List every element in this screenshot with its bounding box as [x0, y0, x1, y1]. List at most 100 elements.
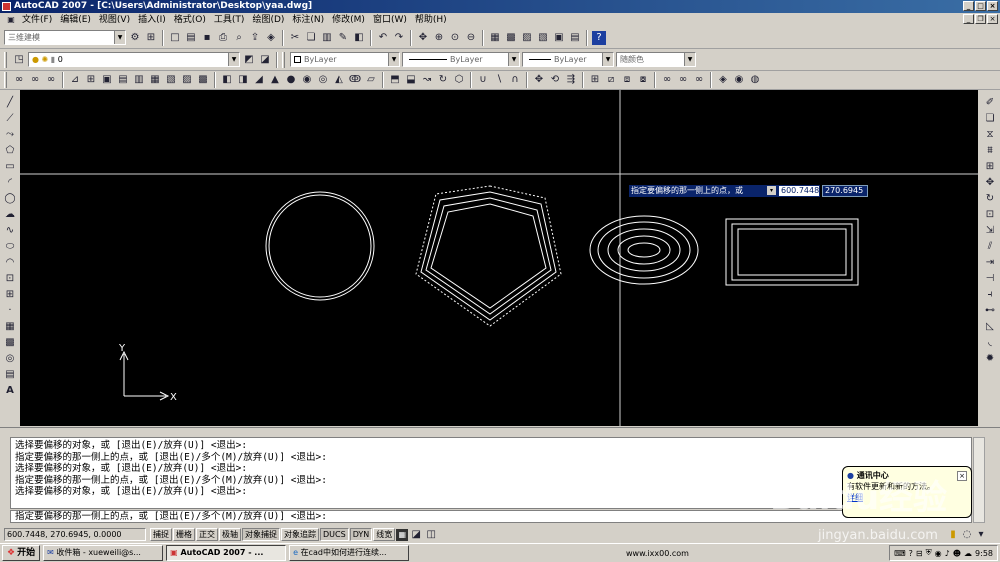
- menu-file[interactable]: 文件(F): [18, 13, 56, 27]
- cylinder-icon[interactable]: ◉: [300, 73, 314, 87]
- revolve-icon[interactable]: ↻: [436, 73, 450, 87]
- torus-icon[interactable]: ◎: [316, 73, 330, 87]
- mirror-icon[interactable]: ⧖: [982, 127, 998, 142]
- break-at-point-icon[interactable]: ⊣: [982, 271, 998, 286]
- osnap-toggle[interactable]: 对象捕捉: [242, 528, 280, 541]
- multiline-text-icon[interactable]: A: [2, 383, 18, 398]
- spline-icon[interactable]: ∿: [2, 223, 18, 238]
- autocad-app-icon[interactable]: [2, 2, 11, 11]
- minimize-button[interactable]: _: [963, 1, 974, 11]
- free-orbit-icon[interactable]: ∞: [28, 73, 42, 87]
- match-properties-icon[interactable]: ✎: [336, 31, 350, 45]
- erase-icon[interactable]: ✐: [982, 95, 998, 110]
- region-icon[interactable]: ◎: [2, 351, 18, 366]
- ducs-toggle[interactable]: DUCS: [320, 528, 349, 541]
- gradient-icon[interactable]: ▩: [2, 335, 18, 350]
- presspull-icon[interactable]: ⬓: [404, 73, 418, 87]
- copy-icon[interactable]: ❏: [304, 31, 318, 45]
- block-editor-icon[interactable]: ◧: [352, 31, 366, 45]
- print-preview-icon[interactable]: ⌕: [232, 31, 246, 45]
- offset-ellipses[interactable]: [589, 215, 699, 285]
- markup-icon[interactable]: ▣: [552, 31, 566, 45]
- doc-close-button[interactable]: ×: [987, 14, 998, 24]
- tray-help-icon[interactable]: ?: [909, 549, 913, 558]
- help-icon[interactable]: ?: [592, 30, 606, 45]
- new-file-icon[interactable]: □: [168, 31, 182, 45]
- model-space-icon[interactable]: ▦: [396, 528, 409, 541]
- ucs-icon[interactable]: ⊿: [68, 73, 82, 87]
- visual-style-icon[interactable]: ◈: [716, 73, 730, 87]
- publish-icon[interactable]: ⇪: [248, 31, 262, 45]
- offset-pentagons[interactable]: [415, 185, 562, 327]
- doc-restore-button[interactable]: ❐: [975, 14, 986, 24]
- slice-icon[interactable]: ⧄: [604, 73, 618, 87]
- calculator-icon[interactable]: ▤: [568, 31, 582, 45]
- options-arrow-icon[interactable]: ▾: [767, 186, 776, 195]
- loft-icon[interactable]: ⬡: [452, 73, 466, 87]
- workspace-settings-icon[interactable]: ⚙: [128, 31, 142, 45]
- fillet-icon[interactable]: ◟: [982, 335, 998, 350]
- design-center-icon[interactable]: ▩: [504, 31, 518, 45]
- drawing-canvas[interactable]: Y X: [20, 90, 978, 426]
- helix-icon[interactable]: ↂ: [348, 73, 362, 87]
- ucs-view-icon[interactable]: ▥: [132, 73, 146, 87]
- ucs-3point-icon[interactable]: ▨: [180, 73, 194, 87]
- sheet-set-icon[interactable]: ▧: [536, 31, 550, 45]
- taskbar-item-outlook[interactable]: ✉ 收件箱 - xueweili@s...: [43, 545, 164, 561]
- layout-icon[interactable]: ◪: [409, 528, 423, 542]
- join-icon[interactable]: ⊷: [982, 303, 998, 318]
- point-icon[interactable]: ·: [2, 303, 18, 318]
- stretch-icon[interactable]: ⇲: [982, 223, 998, 238]
- union-icon[interactable]: ∪: [476, 73, 490, 87]
- dyn-toggle[interactable]: DYN: [349, 528, 373, 541]
- workspace-save-icon[interactable]: ⊞: [144, 31, 158, 45]
- explode-icon[interactable]: ✹: [982, 351, 998, 366]
- 3d-dwf-icon[interactable]: ◈: [264, 31, 278, 45]
- insert-block-icon[interactable]: ⊡: [2, 271, 18, 286]
- document-icon[interactable]: ▣: [4, 13, 18, 27]
- thicken-icon[interactable]: ⧈: [620, 73, 634, 87]
- box-icon[interactable]: ◨: [236, 73, 250, 87]
- copy-object-icon[interactable]: ❏: [982, 111, 998, 126]
- tray-clock[interactable]: 9:58: [975, 549, 993, 558]
- pan-icon[interactable]: ✥: [416, 31, 430, 45]
- ucs-object-icon[interactable]: ▤: [116, 73, 130, 87]
- layer-select[interactable]: ● ✺ ▮ 0 ▼: [28, 52, 240, 67]
- zoom-realtime-icon[interactable]: ⊕: [432, 31, 446, 45]
- circle-icon[interactable]: ◯: [2, 191, 18, 206]
- menu-view[interactable]: 视图(V): [95, 13, 134, 27]
- undo-icon[interactable]: ↶: [376, 31, 390, 45]
- ucs-origin-icon[interactable]: ▦: [148, 73, 162, 87]
- paste-icon[interactable]: ▥: [320, 31, 334, 45]
- sphere-icon[interactable]: ●: [284, 73, 298, 87]
- scale-icon[interactable]: ⊡: [982, 207, 998, 222]
- menu-dimension[interactable]: 标注(N): [288, 13, 328, 27]
- table-icon[interactable]: ▤: [2, 367, 18, 382]
- status-menu-icon[interactable]: ▾: [974, 528, 988, 542]
- menu-insert[interactable]: 插入(I): [134, 13, 170, 27]
- tray-shield-icon[interactable]: ⛨: [926, 548, 932, 558]
- polar-toggle[interactable]: 极轴: [219, 528, 241, 541]
- ucs-x-icon[interactable]: ▩: [196, 73, 210, 87]
- ortho-toggle[interactable]: 正交: [196, 528, 218, 541]
- planar-surface-icon[interactable]: ▱: [364, 73, 378, 87]
- tray-cloud-icon[interactable]: ☁: [964, 549, 972, 558]
- 3d-array-icon[interactable]: ⊞: [588, 73, 602, 87]
- extrude-icon[interactable]: ⬒: [388, 73, 402, 87]
- tray-im-icon[interactable]: ☻: [953, 549, 961, 558]
- start-button[interactable]: ❖ 开始: [2, 545, 41, 561]
- 3d-align-icon[interactable]: ⇶: [564, 73, 578, 87]
- line-icon[interactable]: ╱: [2, 95, 18, 110]
- sweep-icon[interactable]: ↝: [420, 73, 434, 87]
- lock-icon[interactable]: ▮: [946, 528, 960, 542]
- save-icon[interactable]: ▪: [200, 31, 214, 45]
- tray-network-icon[interactable]: ⊟: [916, 549, 923, 558]
- revision-cloud-icon[interactable]: ☁: [2, 207, 18, 222]
- dynamic-input-y[interactable]: 270.6945: [822, 185, 868, 197]
- 3d-rotate-icon[interactable]: ⟲: [548, 73, 562, 87]
- lineweight-toggle[interactable]: 线宽: [373, 528, 396, 541]
- grid-toggle[interactable]: 栅格: [173, 528, 195, 541]
- move-icon[interactable]: ✥: [982, 175, 998, 190]
- render-walk-icon[interactable]: ∞: [676, 73, 690, 87]
- break-icon[interactable]: ⫞: [982, 287, 998, 302]
